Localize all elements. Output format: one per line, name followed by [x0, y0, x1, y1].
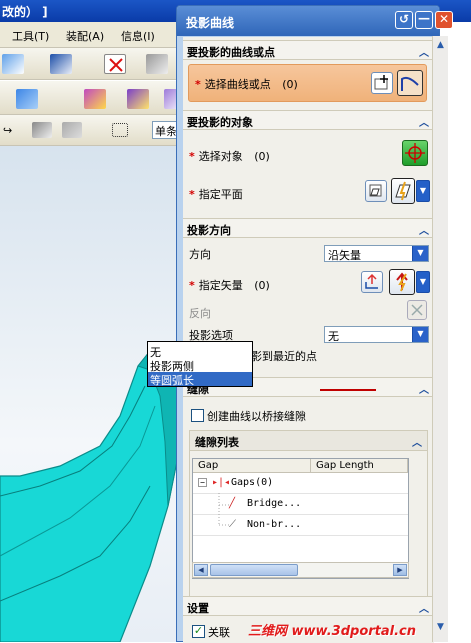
- vector-dialog-icon[interactable]: [361, 271, 383, 293]
- toolbar-row-3: ↪ 单条: [0, 115, 190, 146]
- required-icon: *: [189, 188, 195, 201]
- option-both-sides[interactable]: 投影两侧: [148, 358, 252, 373]
- dropdown-arrow-icon[interactable]: ▼: [412, 327, 428, 342]
- menubar: 工具(T) 装配(A) 信息(I): [0, 22, 190, 48]
- toolbar-row-1: [0, 48, 190, 80]
- dropdown-arrow-icon[interactable]: ▼: [412, 246, 428, 261]
- required-icon: *: [189, 150, 195, 163]
- section-title: 设置: [187, 602, 209, 615]
- gap-list-title: 缝隙列表: [195, 436, 239, 449]
- collapse-icon[interactable]: ︿: [411, 434, 423, 449]
- associative-label: 关联: [208, 626, 230, 639]
- watermark: 三维网 www.3dportal.cn: [248, 624, 417, 639]
- curve-dialog-icon[interactable]: [371, 72, 393, 94]
- select-object-count: (0): [254, 150, 270, 163]
- curve-select-icon[interactable]: [397, 70, 423, 96]
- select-object-label: 选择对象: [198, 150, 243, 163]
- scroll-thumb[interactable]: [210, 564, 298, 576]
- plane-dialog-icon[interactable]: [365, 180, 387, 202]
- shading-icon[interactable]: [84, 89, 106, 109]
- specify-vector-label: 指定矢量: [198, 279, 243, 292]
- collapse-icon[interactable]: ︿: [418, 44, 430, 59]
- filter-icon[interactable]: [62, 122, 82, 138]
- select-icon[interactable]: [32, 122, 52, 138]
- pyramid-icon[interactable]: [127, 89, 149, 109]
- specify-vector-count: (0): [254, 279, 270, 292]
- section-title: 要投影的对象: [187, 116, 253, 129]
- dialog-title: 投影曲线: [186, 16, 235, 30]
- minimize-icon[interactable]: —: [415, 11, 433, 29]
- specify-plane-label: 指定平面: [198, 188, 243, 201]
- collapse-icon[interactable]: ︿: [418, 381, 430, 396]
- select-curve-text: * 选择曲线或点 (0): [195, 76, 298, 92]
- annotation-underline-option: [320, 389, 376, 391]
- info-icon[interactable]: [50, 54, 72, 74]
- fit-view-icon[interactable]: [104, 54, 126, 74]
- scroll-right-icon[interactable]: ▶: [393, 564, 407, 576]
- section-header-curves[interactable]: 要投影的曲线或点 ︿: [183, 40, 434, 60]
- curve-selection-row[interactable]: * 选择曲线或点 (0): [188, 64, 427, 102]
- tree-lines: [218, 493, 229, 526]
- scroll-down-icon[interactable]: ▼: [434, 622, 447, 635]
- menu-tools[interactable]: 工具(T): [12, 28, 49, 44]
- menu-info[interactable]: 信息(I): [121, 28, 155, 44]
- scroll-up-icon[interactable]: ▲: [434, 40, 447, 53]
- part-model: [0, 350, 181, 642]
- reverse-label: 反向: [189, 307, 211, 320]
- block-icon[interactable]: [16, 89, 38, 109]
- bridge-gap-checkbox[interactable]: [191, 409, 204, 422]
- eraser-icon[interactable]: [146, 54, 168, 74]
- toolbar-icon[interactable]: [2, 54, 24, 74]
- crosshair-icon[interactable]: [402, 140, 428, 166]
- option-equal-arc-length[interactable]: 等圆弧长: [148, 372, 252, 387]
- direction-label: 方向: [189, 248, 211, 261]
- select-curve-count: (0): [282, 78, 298, 91]
- table-hscrollbar[interactable]: ◀ ▶: [192, 562, 409, 578]
- required-icon: *: [195, 78, 201, 91]
- projection-options-value: 无: [328, 330, 339, 343]
- menu-assembly[interactable]: 装配(A): [66, 28, 104, 44]
- section-title: 要投影的曲线或点: [187, 46, 275, 59]
- section-title: 投影方向: [187, 224, 231, 237]
- rect-select-icon[interactable]: [112, 123, 128, 137]
- plane-inferred-icon[interactable]: [391, 178, 415, 204]
- graphics-viewport[interactable]: [0, 146, 190, 642]
- reverse-direction-icon[interactable]: [407, 300, 427, 320]
- dialog-scrollbar[interactable]: ▲ ▼: [432, 36, 448, 642]
- section-header-direction[interactable]: 投影方向 ︿: [183, 218, 434, 238]
- section-header-settings[interactable]: 设置 ︿: [183, 596, 434, 616]
- required-icon: *: [189, 279, 195, 292]
- scroll-left-icon[interactable]: ◀: [194, 564, 208, 576]
- vector-inferred-icon[interactable]: [389, 269, 415, 295]
- dialog-titlebar: 投影曲线 ↺ —: [177, 6, 439, 36]
- collapse-icon[interactable]: ︿: [418, 114, 430, 129]
- close-icon[interactable]: ✕: [435, 11, 453, 29]
- projection-curve-dialog: 投影曲线 ↺ — ✕ 要投影的曲线或点 ︿ * 选择曲线或点 (0) 要投影的对象: [176, 5, 453, 643]
- toolbar-row-2: [0, 81, 190, 115]
- projection-options-dropdown[interactable]: 无 投影两侧 等圆弧长: [147, 341, 253, 387]
- collapse-icon[interactable]: ︿: [418, 222, 430, 237]
- select-curve-label: 选择曲线或点: [204, 78, 271, 91]
- projection-options-select[interactable]: 无 ▼: [324, 326, 429, 343]
- vector-dropdown-arrow[interactable]: ▼: [416, 271, 430, 293]
- direction-select[interactable]: 沿矢量 ▼: [324, 245, 429, 262]
- gap-list-header[interactable]: 缝隙列表 ︿: [190, 431, 427, 451]
- direction-value: 沿矢量: [328, 249, 361, 262]
- associative-checkbox[interactable]: ✓: [192, 625, 205, 638]
- specify-vector-row[interactable]: * 指定矢量 (0): [189, 277, 270, 293]
- reset-icon[interactable]: ↺: [395, 11, 413, 29]
- section-header-objects[interactable]: 要投影的对象 ︿: [183, 110, 434, 130]
- plane-dropdown-arrow[interactable]: ▼: [416, 180, 430, 202]
- app-title: 改的） ]: [2, 5, 48, 19]
- specify-plane-row[interactable]: * 指定平面: [189, 186, 243, 202]
- bridge-gap-label: 创建曲线以桥接缝隙: [207, 410, 306, 423]
- select-object-row[interactable]: * 选择对象 (0): [189, 148, 270, 164]
- arrow-icon: ↪: [3, 124, 13, 137]
- option-none[interactable]: 无: [148, 344, 252, 359]
- collapse-icon[interactable]: ︿: [418, 600, 430, 615]
- gap-table[interactable]: Gap Gap Length − ▸|◂ Gaps(0) ╱ Bridge...…: [192, 458, 409, 579]
